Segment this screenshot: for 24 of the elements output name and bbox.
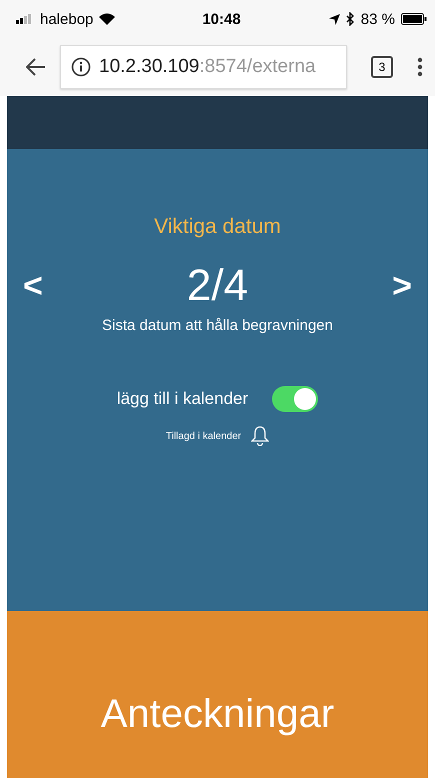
back-arrow-icon[interactable] [26, 58, 46, 76]
calendar-status: Tillagd i kalender [166, 430, 242, 442]
bluetooth-icon [346, 12, 355, 26]
bell-icon [251, 426, 270, 446]
tab-count-button[interactable]: 3 [371, 56, 393, 78]
calendar-toggle[interactable] [272, 386, 318, 412]
slide-counter: 2/4 [186, 261, 248, 311]
previous-button[interactable]: < [7, 266, 59, 306]
info-icon [71, 57, 91, 77]
next-button[interactable]: > [376, 266, 428, 306]
notes-title: Anteckningar [100, 692, 334, 737]
url-text: 10.2.30.109:8574/externa [99, 56, 316, 78]
address-field[interactable]: 10.2.30.109:8574/externa [60, 45, 347, 89]
battery-icon [401, 13, 427, 25]
menu-icon[interactable] [417, 57, 423, 77]
carrier-name: halebop [40, 10, 94, 28]
section-title: Viktiga datum [154, 215, 281, 239]
clock: 10:48 [202, 10, 241, 28]
location-arrow-icon [328, 14, 340, 24]
date-description: Sista datum att hålla begravningen [102, 317, 333, 334]
wifi-icon [99, 13, 116, 25]
toggle-label: lägg till i kalender [116, 389, 248, 409]
battery-percent: 83 % [360, 10, 395, 28]
signal-icon [16, 14, 34, 24]
